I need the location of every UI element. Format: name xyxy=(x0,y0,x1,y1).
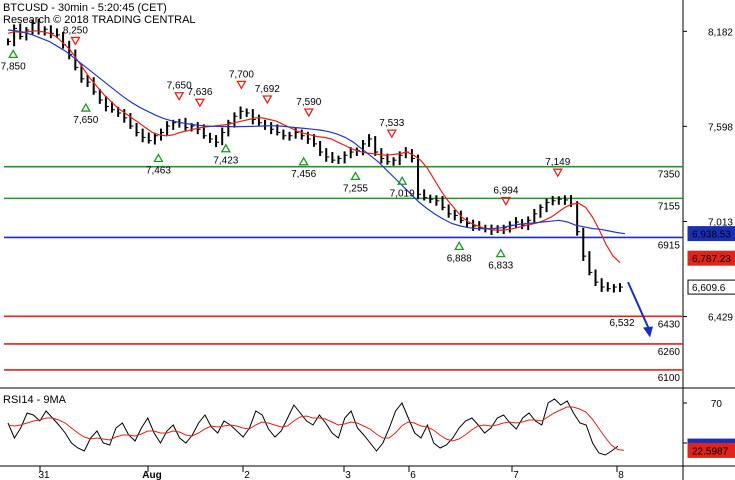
up-marker xyxy=(80,102,91,112)
x-tick-label: 3 xyxy=(345,470,351,480)
level-label-7350: 7350 xyxy=(658,170,681,181)
moving-averages xyxy=(7,29,626,264)
down-marker xyxy=(194,98,206,108)
price-badge-label: 6,938.53 xyxy=(692,230,731,241)
down-marker-label: 7,149 xyxy=(545,157,570,168)
x-axis: 31 Aug 2 3 6 7 8 xyxy=(38,466,624,480)
up-marker-label: 7,019 xyxy=(390,188,415,199)
down-marker-label: 7,636 xyxy=(187,87,212,98)
level-label-7155: 7155 xyxy=(658,201,681,212)
up-marker-label: 6,888 xyxy=(447,253,472,264)
x-tick-label: 8 xyxy=(618,470,624,480)
up-marker-label: 7,850 xyxy=(1,61,26,72)
projection-arrow xyxy=(627,281,653,338)
projection-arrowhead xyxy=(643,326,653,338)
up-marker xyxy=(495,248,506,258)
down-marker-label: 7,590 xyxy=(296,97,321,108)
low-label: 6,532 xyxy=(609,318,634,329)
level-label-6430: 6430 xyxy=(658,319,681,330)
up-marker-label: 7,255 xyxy=(343,183,368,194)
down-marker xyxy=(236,80,247,90)
price-chart: 7350 7155 6915 6430 6260 6100 8,250 7,650 7,636… xyxy=(0,0,735,480)
up-marker-label: 7,423 xyxy=(213,156,238,167)
up-marker xyxy=(350,171,361,181)
down-marker-label: 7,700 xyxy=(229,69,254,80)
x-tick-label: 6 xyxy=(410,470,416,480)
up-marker-label: 7,650 xyxy=(73,115,98,126)
rsi-title: RSI14 - 9MA xyxy=(3,394,67,406)
chart-stage: 7350 7155 6915 6430 6260 6100 8,250 7,650 7,636… xyxy=(0,0,735,480)
up-marker-label: 7,456 xyxy=(291,169,316,180)
level-label-6260: 6260 xyxy=(658,347,681,358)
rsi-panel: 703026.923622.5987 xyxy=(7,398,735,458)
up-marker xyxy=(8,49,19,59)
y-tick-label: 6,429 xyxy=(708,312,733,323)
down-marker xyxy=(386,129,397,139)
y-tick-label: 8,182 xyxy=(708,27,733,38)
y-axis: 8,1827,5987,0136,4296,938.536,787.236,60… xyxy=(683,27,735,323)
x-tick-label: Aug xyxy=(142,470,161,480)
down-marker-label: 7,533 xyxy=(379,118,404,129)
down-marker xyxy=(70,36,81,46)
up-marker xyxy=(298,156,309,166)
up-marker-label: 7,463 xyxy=(146,166,171,177)
rsi-badge-label: 22.5987 xyxy=(692,446,729,457)
chart-credit: Research © 2018 TRADING CENTRAL xyxy=(3,14,196,26)
down-marker xyxy=(552,168,563,178)
price-series xyxy=(7,18,623,293)
down-marker xyxy=(174,92,185,102)
level-lines: 7350 7155 6915 6430 6260 6100 xyxy=(4,165,683,384)
down-marker-label: 6,994 xyxy=(493,186,518,197)
rsi-y-tick-label: 70 xyxy=(711,399,723,410)
x-tick-label: 7 xyxy=(513,470,519,480)
up-marker xyxy=(220,143,231,153)
x-tick-label: 2 xyxy=(244,470,250,480)
sma-slow-line xyxy=(7,29,626,235)
down-marker-label: 8,250 xyxy=(63,25,88,36)
up-marker-label: 6,833 xyxy=(488,261,513,272)
chart-frame xyxy=(0,0,735,480)
pivot-markers: 8,250 7,650 7,636 7,7007,692 7,590 7,533 6,994… xyxy=(1,25,635,329)
x-tick-label: 31 xyxy=(38,470,50,480)
rsi-ma-line xyxy=(7,406,625,451)
down-marker-label: 7,692 xyxy=(255,84,280,95)
price-badge-label: 6,609.6 xyxy=(692,283,726,294)
up-marker xyxy=(153,153,164,163)
level-label-6915: 6915 xyxy=(658,240,681,251)
chart-title: BTCUSD - 30min - 5:20:45 (CET) xyxy=(3,2,167,14)
up-marker xyxy=(397,175,408,185)
rsi-line xyxy=(7,398,619,456)
y-tick-label: 7,598 xyxy=(708,122,733,133)
down-marker xyxy=(303,108,314,118)
price-badge-label: 6,787.23 xyxy=(692,254,731,265)
up-marker xyxy=(454,241,465,250)
level-label-6100: 6100 xyxy=(658,373,681,384)
down-marker xyxy=(262,95,273,105)
